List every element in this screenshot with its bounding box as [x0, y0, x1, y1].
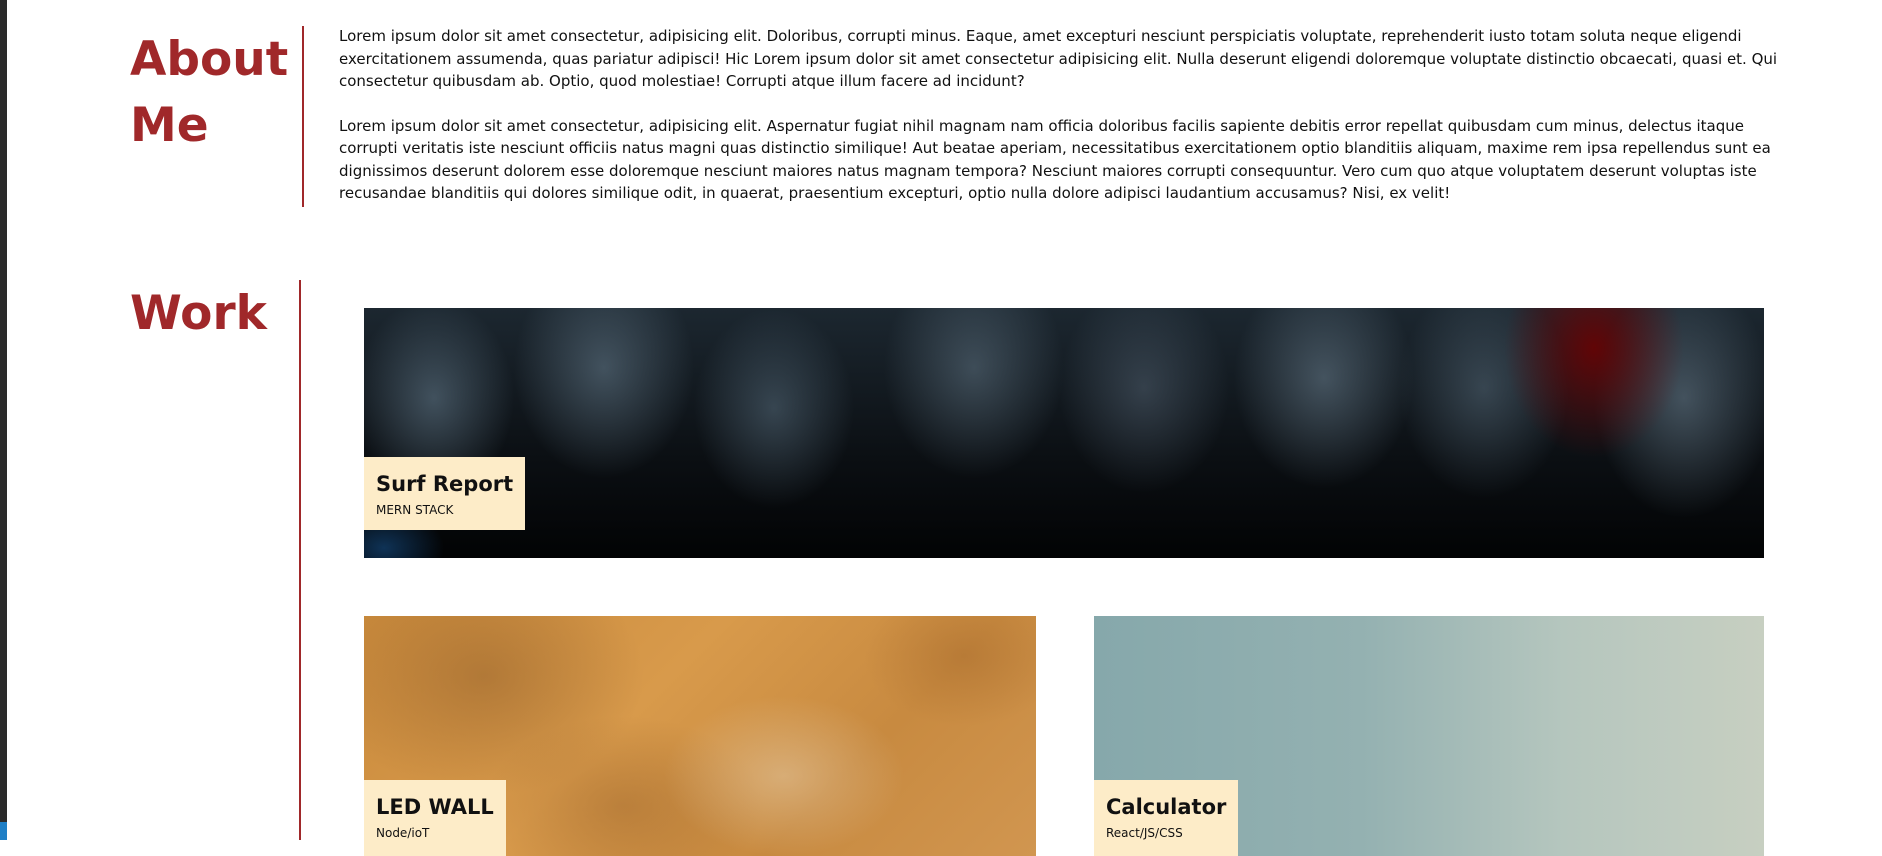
- about-heading: About Me: [130, 32, 289, 153]
- taskbar-accent: [0, 822, 7, 840]
- project-label: Surf Report MERN STACK: [364, 457, 526, 530]
- window-edge: [0, 0, 7, 840]
- project-stack: React/JS/CSS: [1106, 826, 1183, 840]
- project-card-calculator[interactable]: Calculator React/JS/CSS: [1094, 616, 1764, 856]
- about-paragraph: Lorem ipsum dolor sit amet consectetur, …: [339, 116, 1771, 203]
- project-label: Calculator React/JS/CSS: [1094, 780, 1239, 856]
- project-label: LED WALL Node/ioT: [364, 780, 506, 856]
- about-divider: [302, 26, 304, 207]
- project-card-surf-report[interactable]: Surf Report MERN STACK: [364, 308, 1764, 558]
- project-stack: MERN STACK: [376, 503, 454, 517]
- about-text: Lorem ipsum dolor sit amet consectetur, …: [339, 25, 1783, 227]
- about-paragraph: Lorem ipsum dolor sit amet consectetur, …: [339, 27, 1778, 90]
- project-title: Calculator: [1106, 795, 1227, 819]
- project-title: LED WALL: [376, 795, 494, 819]
- work-heading: Work: [130, 286, 267, 341]
- project-title: Surf Report: [376, 472, 514, 496]
- project-stack: Node/ioT: [376, 826, 430, 840]
- project-card-led-wall[interactable]: LED WALL Node/ioT: [364, 616, 1036, 856]
- work-divider: [299, 280, 301, 840]
